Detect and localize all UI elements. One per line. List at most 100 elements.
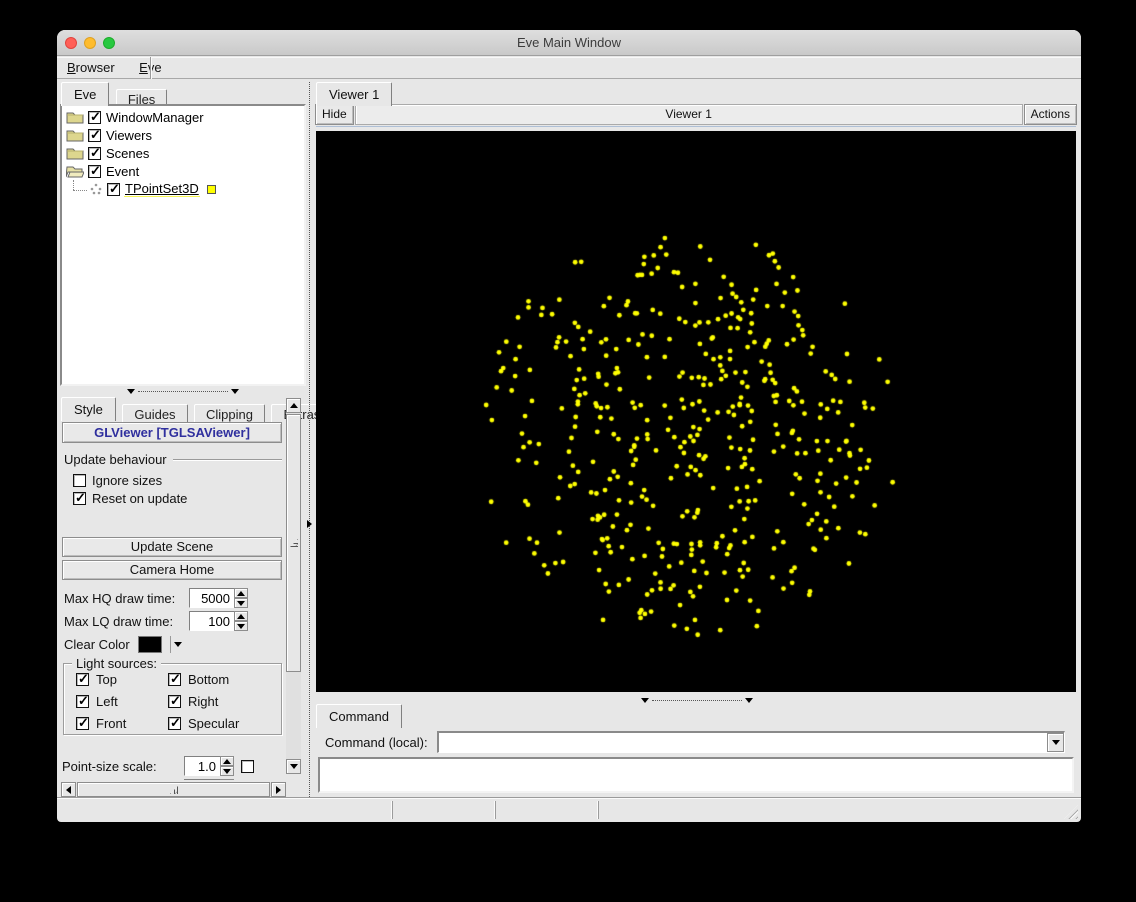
points-icon bbox=[89, 182, 103, 196]
max-lq-value[interactable]: 100 bbox=[189, 611, 234, 631]
marker-color-swatch[interactable] bbox=[207, 185, 216, 194]
max-lq-row: Max LQ draw time: 100 bbox=[64, 611, 248, 631]
tab-command[interactable]: Command bbox=[316, 704, 402, 728]
tree-checkbox[interactable] bbox=[88, 147, 101, 160]
style-panel-vscrollbar[interactable] bbox=[286, 398, 301, 774]
max-lq-label: Max LQ draw time: bbox=[64, 614, 189, 629]
update-behaviour-label: Update behaviour bbox=[64, 452, 167, 467]
style-panel-hscrollbar[interactable] bbox=[61, 782, 286, 797]
viewer-title[interactable]: Viewer 1 bbox=[355, 104, 1023, 125]
clear-color-swatch[interactable] bbox=[138, 636, 162, 653]
camera-home-button[interactable]: Camera Home bbox=[62, 560, 282, 580]
light-sources-group: Light sources: Top Bottom Left Right Fro… bbox=[63, 663, 282, 735]
tab-viewer-1[interactable]: Viewer 1 bbox=[316, 82, 392, 106]
chevron-down-icon bbox=[231, 389, 239, 394]
statusbar-divider bbox=[57, 797, 1081, 799]
tree-item-label[interactable]: Viewers bbox=[105, 128, 153, 143]
hscroll-thumb[interactable] bbox=[77, 782, 270, 797]
light-specular-checkbox[interactable] bbox=[168, 717, 181, 730]
tab-eve[interactable]: Eve bbox=[61, 82, 109, 106]
spin-down-button[interactable] bbox=[234, 621, 248, 631]
light-right-row: Right bbox=[168, 694, 268, 709]
line-width-spinner: 1.0 bbox=[184, 779, 234, 780]
desktop-background: Eve Main Window Browser Eve Eve Files Wi… bbox=[0, 0, 1136, 902]
command-combobox[interactable] bbox=[437, 731, 1065, 753]
command-input[interactable] bbox=[439, 733, 1047, 752]
scroll-left-button[interactable] bbox=[61, 782, 76, 797]
light-front-row: Front bbox=[76, 716, 168, 731]
max-hq-value[interactable]: 5000 bbox=[189, 588, 234, 608]
chevron-right-icon bbox=[307, 520, 312, 528]
main-splitter[interactable] bbox=[306, 82, 314, 797]
actions-button[interactable]: Actions bbox=[1024, 104, 1077, 125]
status-section bbox=[598, 801, 1081, 819]
menu-browser[interactable]: Browser bbox=[57, 57, 125, 79]
spin-up-button[interactable] bbox=[234, 611, 248, 621]
gl-viewport[interactable] bbox=[316, 131, 1076, 692]
light-front-checkbox[interactable] bbox=[76, 717, 89, 730]
max-hq-row: Max HQ draw time: 5000 bbox=[64, 588, 248, 608]
point-size-scale-label: Point-size scale: bbox=[62, 759, 184, 774]
light-left-row: Left bbox=[76, 694, 168, 709]
tree-item-label[interactable]: TPointSet3D bbox=[124, 181, 200, 197]
update-scene-button[interactable]: Update Scene bbox=[62, 537, 282, 557]
light-bottom-row: Bottom bbox=[168, 672, 268, 687]
clear-color-dropdown[interactable] bbox=[170, 636, 185, 653]
tree-item-label[interactable]: Event bbox=[105, 164, 140, 179]
window-titlebar[interactable]: Eve Main Window bbox=[57, 30, 1081, 56]
line-width-scale-row: Line-width scale: 1.0 bbox=[62, 779, 254, 780]
glviewer-button[interactable]: GLViewer [TGLSAViewer] bbox=[62, 422, 282, 443]
menubar-divider bbox=[150, 57, 152, 79]
spin-up-button[interactable] bbox=[220, 779, 234, 780]
ignore-sizes-label: Ignore sizes bbox=[92, 473, 162, 488]
tree-checkbox[interactable] bbox=[88, 129, 101, 142]
tree-item-label[interactable]: WindowManager bbox=[105, 110, 205, 125]
reset-on-update-checkbox[interactable] bbox=[73, 492, 86, 505]
max-lq-spinner: 100 bbox=[189, 611, 248, 631]
vscroll-thumb[interactable] bbox=[286, 414, 301, 672]
light-right-checkbox[interactable] bbox=[168, 695, 181, 708]
scroll-down-button[interactable] bbox=[286, 759, 301, 774]
window-title: Eve Main Window bbox=[57, 30, 1081, 56]
tree-item-viewers[interactable]: Viewers bbox=[66, 126, 153, 144]
tree-item-tpointset3d[interactable]: TPointSet3D bbox=[89, 180, 216, 198]
max-hq-label: Max HQ draw time: bbox=[64, 591, 189, 606]
menu-bar: Browser Eve bbox=[57, 57, 1081, 79]
tree-checkbox[interactable] bbox=[88, 165, 101, 178]
tab-style[interactable]: Style bbox=[61, 397, 116, 421]
status-section bbox=[392, 801, 495, 819]
ignore-sizes-checkbox[interactable] bbox=[73, 474, 86, 487]
tree-checkbox[interactable] bbox=[107, 183, 120, 196]
light-top-checkbox[interactable] bbox=[76, 673, 89, 686]
spin-up-button[interactable] bbox=[220, 756, 234, 766]
reset-on-update-label: Reset on update bbox=[92, 491, 187, 506]
viewer-bottom-splitter[interactable] bbox=[316, 696, 1076, 704]
scroll-right-button[interactable] bbox=[271, 782, 286, 797]
point-size-spinner: 1.0 bbox=[184, 756, 234, 776]
tree-item-label[interactable]: Scenes bbox=[105, 146, 150, 161]
spin-up-button[interactable] bbox=[234, 588, 248, 598]
line-width-value[interactable]: 1.0 bbox=[184, 779, 220, 780]
combo-dropdown-button[interactable] bbox=[1047, 733, 1064, 752]
point-size-override-checkbox[interactable] bbox=[241, 760, 254, 773]
scroll-up-button[interactable] bbox=[286, 398, 301, 413]
light-bottom-checkbox[interactable] bbox=[168, 673, 181, 686]
tree-item-windowmanager[interactable]: WindowManager bbox=[66, 108, 205, 126]
left-panel-splitter[interactable] bbox=[127, 387, 239, 395]
folder-closed-icon bbox=[66, 146, 84, 160]
tree-connector bbox=[73, 180, 74, 190]
spin-down-button[interactable] bbox=[234, 598, 248, 608]
tree-item-event[interactable]: Event bbox=[66, 162, 140, 180]
tree-checkbox[interactable] bbox=[88, 111, 101, 124]
spin-down-button[interactable] bbox=[220, 766, 234, 776]
hide-button[interactable]: Hide bbox=[315, 104, 354, 125]
reset-on-update-row: Reset on update bbox=[73, 491, 187, 506]
folder-closed-icon bbox=[66, 128, 84, 142]
chevron-down-icon bbox=[127, 389, 135, 394]
light-specular-label: Specular bbox=[188, 716, 239, 731]
viewport-canvas bbox=[316, 131, 1076, 692]
point-size-scale-row: Point-size scale: 1.0 bbox=[62, 756, 254, 776]
tree-item-scenes[interactable]: Scenes bbox=[66, 144, 150, 162]
light-left-checkbox[interactable] bbox=[76, 695, 89, 708]
point-size-value[interactable]: 1.0 bbox=[184, 756, 220, 776]
